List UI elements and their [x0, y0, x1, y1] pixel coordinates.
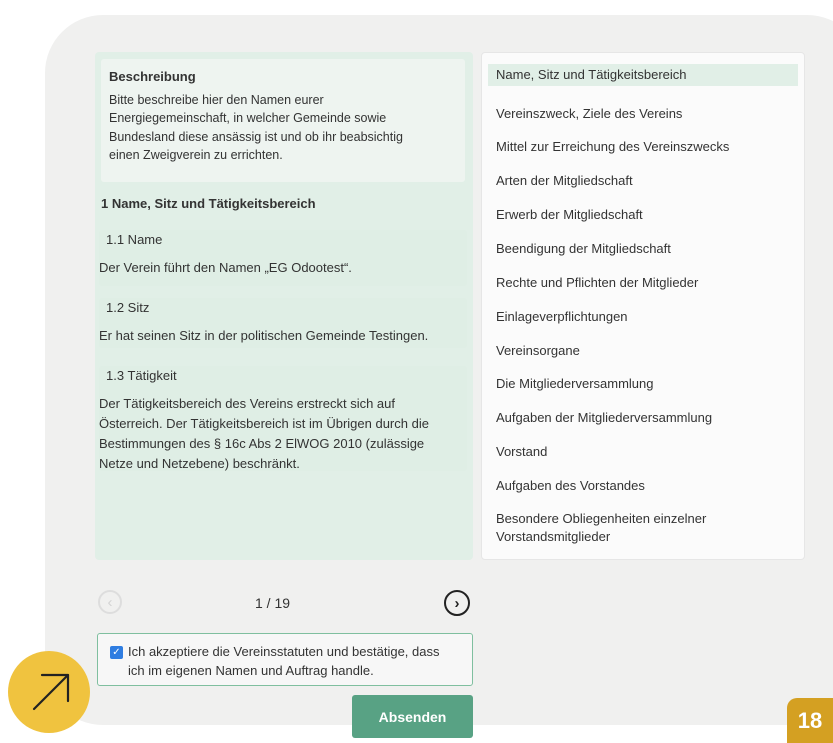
accept-label-line: Ich akzeptiere die Vereinsstatuten und b…: [128, 644, 440, 659]
submit-button[interactable]: Absenden: [352, 695, 473, 738]
page: Beschreibung Bitte beschreibe hier den N…: [0, 0, 833, 743]
subsection-seat: 1.2 Sitz Er hat seinen Sitz in der polit…: [99, 298, 467, 348]
toc-item[interactable]: Vereinszweck, Ziele des Vereins: [488, 105, 798, 123]
chevron-left-icon: ‹: [107, 593, 113, 611]
description-title: Beschreibung: [109, 69, 196, 84]
previous-page-button[interactable]: ‹: [98, 590, 122, 614]
toc-item[interactable]: Vorstand: [488, 443, 798, 461]
subsection-body: Er hat seinen Sitz in der politischen Ge…: [99, 328, 429, 343]
section-title: 1 Name, Sitz und Tätigkeitsbereich: [101, 196, 316, 211]
toc-item[interactable]: Aufgaben der Mitgliederversammlung: [488, 409, 798, 427]
arrow-up-right-icon: [32, 673, 70, 711]
description-line: Energiegemeinschaft, in welcher Gemeinde…: [109, 111, 387, 125]
accept-checkbox[interactable]: ✓: [110, 646, 123, 659]
toc-item-line: Besondere Obliegenheiten einzelner: [496, 511, 707, 526]
description-line: Bitte beschreibe hier den Namen eurer: [109, 92, 324, 107]
toc-item[interactable]: Die Mitgliederversammlung: [488, 375, 798, 393]
subsection-heading: 1.3 Tätigkeit: [106, 368, 177, 383]
subsection-heading: 1.2 Sitz: [106, 300, 150, 315]
step-number-badge: 18: [787, 698, 833, 743]
next-page-button[interactable]: ›: [444, 590, 470, 616]
toc-item-line: Vorstandsmitglieder: [496, 529, 611, 544]
arrow-badge: [8, 651, 90, 733]
accept-terms-box[interactable]: ✓ Ich akzeptiere die Vereinsstatuten und…: [97, 633, 473, 686]
accept-label: Ich akzeptiere die Vereinsstatuten und b…: [128, 642, 466, 680]
toc-item[interactable]: Rechte und Pflichten der Mitglieder: [488, 274, 798, 292]
chevron-right-icon: ›: [454, 594, 460, 612]
toc-item[interactable]: Name, Sitz und Tätigkeitsbereich: [488, 64, 798, 86]
subsection-body-line: Netze und Netzebene) beschränkt.: [99, 456, 300, 471]
page-counter: 1 / 19: [255, 595, 291, 611]
table-of-contents: Name, Sitz und Tätigkeitsbereich Vereins…: [481, 52, 805, 560]
subsection-body: Der Verein führt den Namen „EG Odootest“…: [99, 260, 352, 275]
subsection-heading: 1.1 Name: [106, 232, 163, 247]
description-line: Bundesland diese ansässig ist und ob ihr…: [109, 129, 403, 144]
description-box: Beschreibung Bitte beschreibe hier den N…: [101, 59, 465, 182]
toc-item[interactable]: Vereinsorgane: [488, 342, 798, 360]
toc-item[interactable]: Beendigung der Mitgliedschaft: [488, 240, 798, 258]
subsection-body-line: Der Tätigkeitsbereich des Vereins erstre…: [99, 396, 396, 411]
subsection-body-line: Österreich. Der Tätigkeitsbereich ist im…: [99, 416, 429, 431]
toc-item[interactable]: Einlageverpflichtungen: [488, 308, 798, 326]
toc-item[interactable]: Arten der Mitgliedschaft: [488, 172, 798, 190]
description-line: einen Zweigverein zu errichten.: [109, 148, 283, 162]
toc-item[interactable]: Aufgaben des Vorstandes: [488, 477, 798, 495]
toc-item[interactable]: Mittel zur Erreichung des Vereinszwecks: [488, 138, 798, 156]
toc-item-multiline[interactable]: Besondere Obliegenheiten einzelner Vorst…: [488, 510, 798, 546]
toc-item[interactable]: Erwerb der Mitgliedschaft: [488, 206, 798, 224]
subsection-activity: 1.3 Tätigkeit Der Tätigkeitsbereich des …: [99, 366, 467, 471]
accept-label-line: ich im eigenen Namen und Auftrag handle.: [128, 663, 374, 678]
subsection-name: 1.1 Name Der Verein führt den Namen „EG …: [99, 230, 467, 286]
subsection-body-line: Bestimmungen des § 16c Abs 2 ElWOG 2010 …: [99, 436, 425, 451]
